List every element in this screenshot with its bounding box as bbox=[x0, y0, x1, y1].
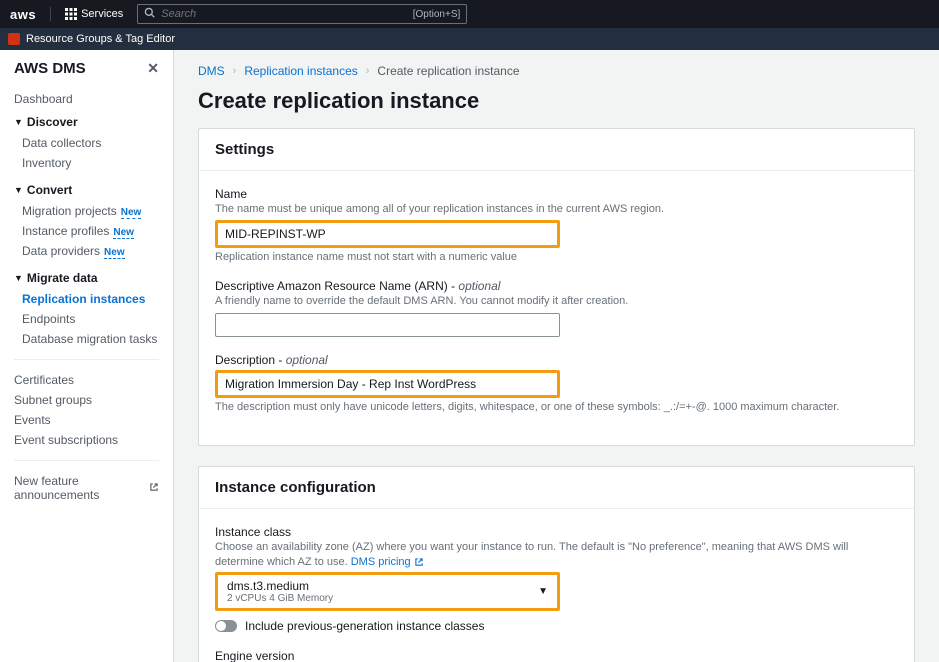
breadcrumb-replication-instances[interactable]: Replication instances bbox=[244, 64, 357, 78]
search-shortcut-hint: [Option+S] bbox=[413, 9, 461, 20]
services-label: Services bbox=[81, 8, 123, 20]
nav-replication-instances[interactable]: Replication instances bbox=[14, 289, 159, 309]
global-nav: aws Services [Option+S] bbox=[0, 0, 939, 28]
panel-header-settings: Settings bbox=[199, 129, 914, 171]
label-engine-version: Engine version bbox=[215, 649, 855, 662]
select-instance-class[interactable]: dms.t3.medium 2 vCPUs 4 GiB Memory ▼ bbox=[219, 576, 556, 607]
help-name-below: Replication instance name must not start… bbox=[215, 251, 855, 263]
divider bbox=[14, 359, 159, 360]
resource-groups-icon bbox=[8, 33, 20, 45]
chevron-right-icon: › bbox=[366, 65, 370, 77]
nav-dashboard[interactable]: Dashboard bbox=[14, 89, 159, 109]
nav-data-providers[interactable]: Data providersNew bbox=[14, 241, 159, 261]
nav-new-feature-announcements[interactable]: New feature announcements bbox=[14, 471, 159, 505]
help-name: The name must be unique among all of you… bbox=[215, 202, 855, 217]
nav-event-subscriptions[interactable]: Event subscriptions bbox=[14, 430, 159, 450]
label-description: Description - optional bbox=[215, 353, 855, 367]
panel-settings: Settings Name The name must be unique am… bbox=[198, 128, 915, 446]
nav-events[interactable]: Events bbox=[14, 410, 159, 430]
nav-endpoints[interactable]: Endpoints bbox=[14, 309, 159, 329]
toggle-label-previous-gen: Include previous-generation instance cla… bbox=[245, 619, 484, 633]
chevron-down-icon: ▼ bbox=[530, 586, 556, 597]
input-description[interactable] bbox=[219, 374, 556, 394]
page-title: Create replication instance bbox=[198, 88, 915, 114]
toggle-previous-gen[interactable] bbox=[215, 620, 237, 632]
nav-certificates[interactable]: Certificates bbox=[14, 370, 159, 390]
select-subtext: 2 vCPUs 4 GiB Memory bbox=[227, 593, 522, 604]
sidebar: AWS DMS ✕ Dashboard ▼Discover Data colle… bbox=[0, 50, 174, 662]
main-content: DMS › Replication instances › Create rep… bbox=[174, 50, 939, 662]
help-arn: A friendly name to override the default … bbox=[215, 294, 855, 309]
breadcrumb-current: Create replication instance bbox=[377, 64, 519, 78]
services-grid-icon bbox=[65, 8, 77, 20]
help-description-below: The description must only have unicode l… bbox=[215, 401, 855, 413]
search-icon bbox=[144, 7, 155, 21]
highlight-description bbox=[215, 370, 560, 398]
service-title: AWS DMS bbox=[14, 60, 86, 77]
caret-down-icon: ▼ bbox=[14, 117, 23, 127]
new-badge: New bbox=[104, 247, 125, 259]
new-badge: New bbox=[113, 227, 134, 239]
input-name[interactable] bbox=[219, 224, 556, 244]
separator bbox=[50, 7, 51, 21]
close-icon[interactable]: ✕ bbox=[147, 60, 159, 77]
caret-down-icon: ▼ bbox=[14, 273, 23, 283]
nav-section-migrate[interactable]: ▼Migrate data bbox=[14, 271, 159, 285]
breadcrumb-dms[interactable]: DMS bbox=[198, 64, 225, 78]
nav-section-discover[interactable]: ▼Discover bbox=[14, 115, 159, 129]
nav-migration-projects[interactable]: Migration projectsNew bbox=[14, 201, 159, 221]
chevron-right-icon: › bbox=[233, 65, 237, 77]
global-search[interactable]: [Option+S] bbox=[137, 4, 467, 24]
search-input[interactable] bbox=[161, 8, 406, 20]
services-menu[interactable]: Services bbox=[65, 8, 123, 20]
external-link-icon bbox=[414, 557, 424, 567]
input-arn[interactable] bbox=[215, 313, 560, 337]
nav-data-collectors[interactable]: Data collectors bbox=[14, 133, 159, 153]
nav-database-migration-tasks[interactable]: Database migration tasks bbox=[14, 329, 159, 349]
breadcrumb: DMS › Replication instances › Create rep… bbox=[198, 64, 915, 78]
caret-down-icon: ▼ bbox=[14, 185, 23, 195]
label-arn: Descriptive Amazon Resource Name (ARN) -… bbox=[215, 279, 855, 293]
highlight-name bbox=[215, 220, 560, 248]
panel-instance-config: Instance configuration Instance class Ch… bbox=[198, 466, 915, 662]
new-badge: New bbox=[121, 207, 142, 219]
nav-instance-profiles[interactable]: Instance profilesNew bbox=[14, 221, 159, 241]
resource-groups-link[interactable]: Resource Groups & Tag Editor bbox=[26, 33, 175, 45]
label-instance-class: Instance class bbox=[215, 525, 855, 539]
divider bbox=[14, 460, 159, 461]
nav-subnet-groups[interactable]: Subnet groups bbox=[14, 390, 159, 410]
help-instance-class: Choose an availability zone (AZ) where y… bbox=[215, 540, 855, 570]
sub-nav: Resource Groups & Tag Editor bbox=[0, 28, 939, 50]
panel-header-instance: Instance configuration bbox=[199, 467, 914, 509]
label-name: Name bbox=[215, 187, 855, 201]
highlight-instance-class: dms.t3.medium 2 vCPUs 4 GiB Memory ▼ bbox=[215, 572, 560, 611]
nav-section-convert[interactable]: ▼Convert bbox=[14, 183, 159, 197]
aws-logo[interactable]: aws bbox=[10, 7, 36, 22]
external-link-icon bbox=[149, 481, 159, 495]
nav-inventory[interactable]: Inventory bbox=[14, 153, 159, 173]
link-dms-pricing[interactable]: DMS pricing bbox=[351, 556, 424, 568]
select-value: dms.t3.medium bbox=[227, 579, 522, 593]
